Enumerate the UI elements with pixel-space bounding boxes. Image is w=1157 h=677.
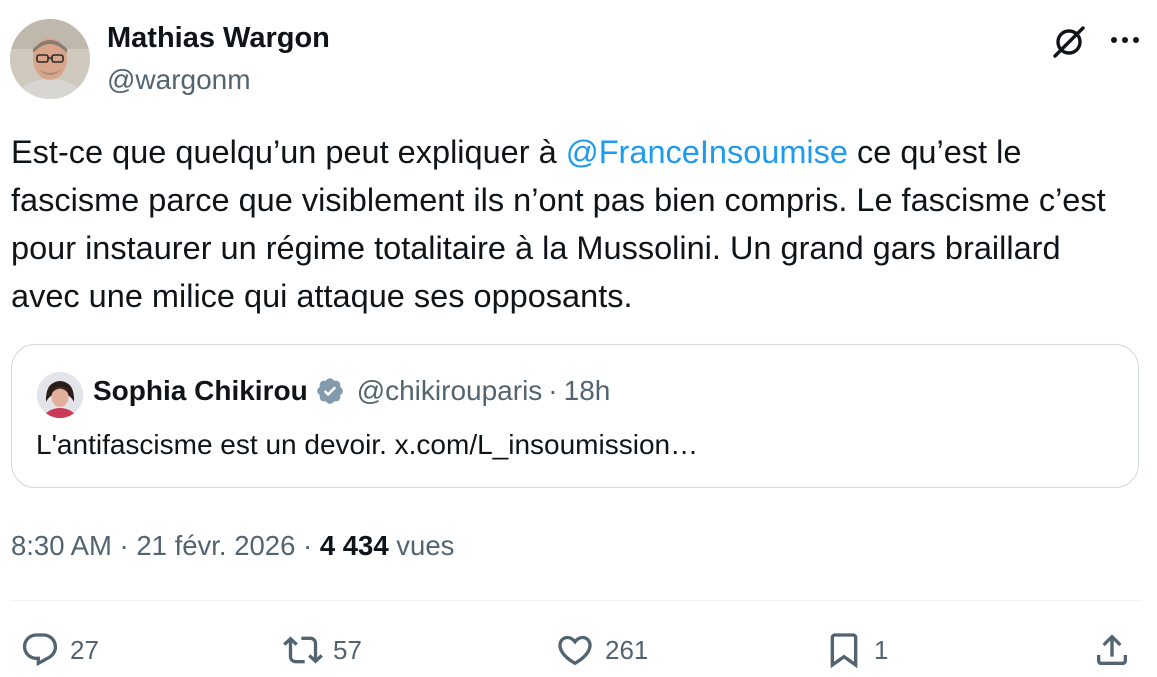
tweet-meta: 8:30 AM · 21 févr. 2026 · 4 434 vues bbox=[11, 530, 454, 562]
share-button[interactable] bbox=[1092, 630, 1132, 670]
repost-icon bbox=[283, 636, 323, 664]
meta-separator: · bbox=[119, 530, 129, 561]
author-name[interactable]: Mathias Wargon bbox=[107, 22, 330, 55]
tweet-text: Est-ce que quelqu’un peut expliquer à @F… bbox=[11, 128, 1131, 320]
like-count: 261 bbox=[605, 634, 649, 665]
repost-count: 57 bbox=[333, 634, 362, 665]
grok-icon[interactable] bbox=[1050, 23, 1088, 61]
heart-icon bbox=[558, 635, 592, 666]
meta-separator: · bbox=[303, 530, 313, 561]
bookmark-count: 1 bbox=[874, 634, 889, 665]
quote-tweet-card[interactable]: Sophia Chikirou @chikirouparis · 18h L'a… bbox=[11, 344, 1139, 488]
share-icon bbox=[1097, 634, 1127, 665]
quote-separator: · bbox=[548, 375, 558, 406]
tweet-date[interactable]: 21 févr. 2026 bbox=[136, 530, 295, 561]
quote-header: Sophia Chikirou @chikirouparis · 18h bbox=[93, 375, 610, 407]
mention-link[interactable]: @FranceInsoumise bbox=[566, 134, 848, 170]
reply-count: 27 bbox=[70, 634, 99, 665]
verified-badge-icon bbox=[315, 376, 345, 406]
tweet-text-before: Est-ce que quelqu’un peut expliquer à bbox=[11, 134, 566, 170]
author-handle[interactable]: @wargonm bbox=[107, 64, 251, 96]
quote-author-name[interactable]: Sophia Chikirou bbox=[93, 375, 308, 407]
bookmark-icon bbox=[830, 633, 858, 669]
quote-author-avatar[interactable] bbox=[37, 372, 83, 418]
views-count: 4 434 bbox=[319, 530, 389, 561]
more-icon[interactable] bbox=[1108, 28, 1142, 52]
reply-button[interactable]: 27 bbox=[20, 630, 99, 670]
tweet-time[interactable]: 8:30 AM bbox=[11, 530, 112, 561]
divider bbox=[11, 600, 1141, 601]
quote-author-handle[interactable]: @chikirouparis bbox=[357, 375, 543, 407]
quote-timestamp[interactable]: 18h bbox=[564, 375, 611, 407]
repost-button[interactable]: 57 bbox=[283, 630, 362, 670]
author-avatar-image bbox=[10, 19, 90, 99]
like-button[interactable]: 261 bbox=[555, 630, 648, 670]
author-avatar[interactable] bbox=[10, 19, 90, 99]
views-label: vues bbox=[396, 530, 455, 561]
reply-icon bbox=[22, 633, 58, 667]
bookmark-button[interactable]: 1 bbox=[824, 630, 888, 670]
quote-text: L'antifascisme est un devoir. x.com/L_in… bbox=[36, 429, 699, 460]
